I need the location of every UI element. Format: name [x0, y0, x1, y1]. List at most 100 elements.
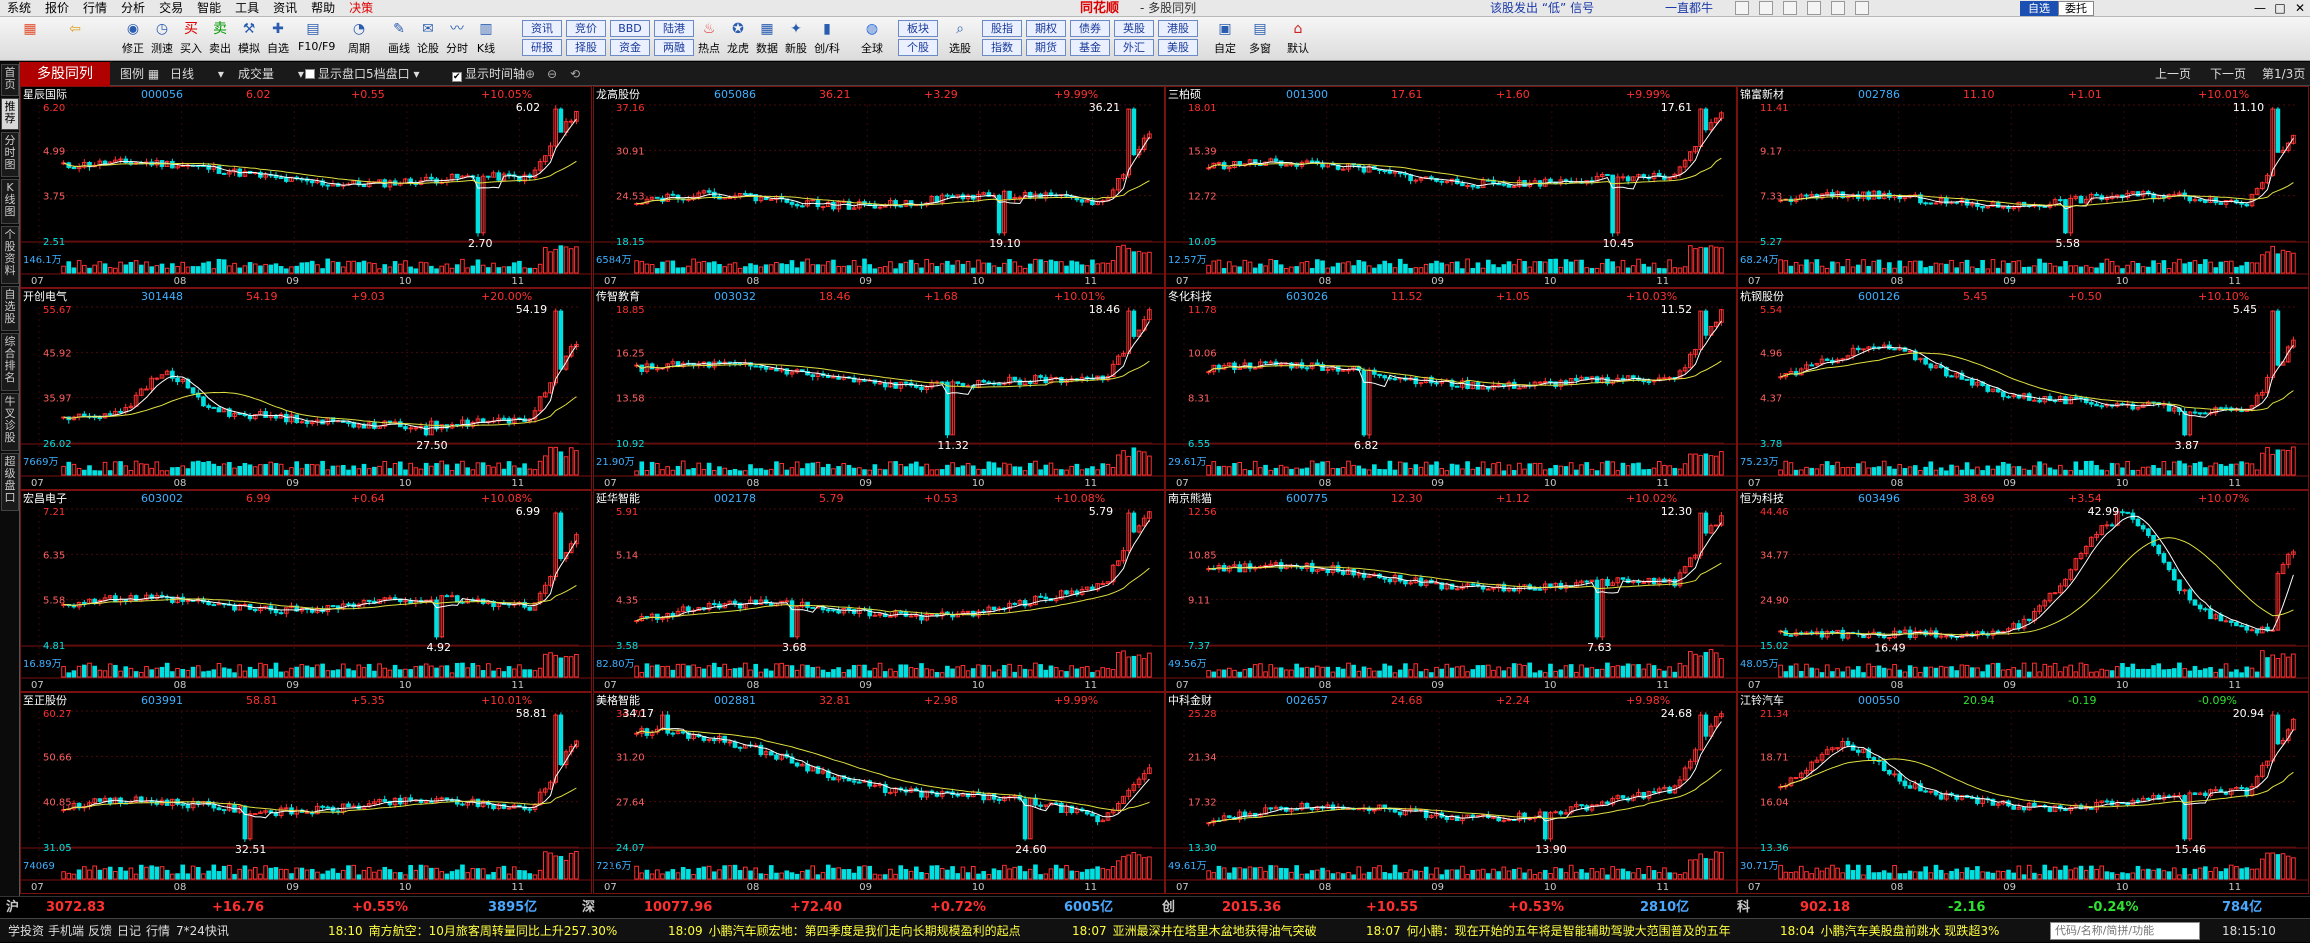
- menu-item[interactable]: 报价: [38, 0, 76, 17]
- prev-page-button[interactable]: 上一页: [2155, 65, 2191, 83]
- menu-item[interactable]: 帮助: [304, 0, 342, 17]
- toolbar-link-button[interactable]: 期货: [1026, 39, 1066, 56]
- refresh-icon[interactable]: ⟲: [570, 62, 580, 86]
- toolbar-button-home[interactable]: ⌂默认: [1283, 19, 1313, 59]
- side-tab[interactable]: 超级盘口: [1, 453, 19, 511]
- toolbar-button-fire[interactable]: ♨热点: [694, 19, 724, 59]
- toolbar-button-buy[interactable]: 买买入: [176, 19, 206, 59]
- layout-selector[interactable]: 图例 ▦: [120, 62, 159, 86]
- toolbar-link-button[interactable]: 指数: [982, 39, 1022, 56]
- skin-icon[interactable]: [1807, 1, 1821, 15]
- side-tab[interactable]: 首页: [1, 64, 19, 96]
- next-page-button[interactable]: 下一页: [2210, 65, 2246, 83]
- toolbar-button-globe[interactable]: ◍全球: [857, 19, 887, 59]
- side-tab[interactable]: K线图: [1, 179, 19, 224]
- toolbar-link-button[interactable]: 债券: [1070, 20, 1110, 37]
- stock-panel[interactable]: 南京熊猫60077512.30+1.12+10.02%12.5610.859.1…: [1165, 490, 1737, 692]
- theme-icon[interactable]: [1783, 1, 1797, 15]
- toolbar-link-button[interactable]: 资金: [610, 39, 650, 56]
- page-title[interactable]: 多股同列: [20, 62, 110, 86]
- toolbar-button-plus[interactable]: ✚自选: [263, 19, 293, 59]
- toolbar-button-bar[interactable]: ▮创/科: [812, 19, 842, 59]
- watchlist-button[interactable]: 自选: [2020, 1, 2058, 16]
- toolbar-button-sell[interactable]: 卖卖出: [205, 19, 235, 59]
- toolbar-button-kline[interactable]: ▥K线: [471, 19, 501, 59]
- toolbar-link-button[interactable]: 股指: [982, 20, 1022, 37]
- menu-item[interactable]: 分析: [114, 0, 152, 17]
- toolbar-button-tiger[interactable]: ✪龙虎: [723, 19, 753, 59]
- stock-panel[interactable]: 延华智能0021785.79+0.53+10.08%5.915.144.353.…: [593, 490, 1165, 692]
- side-tab[interactable]: 分时图: [1, 132, 19, 177]
- toolbar-link-button[interactable]: 择股: [566, 39, 606, 56]
- side-tab[interactable]: 个股资料: [1, 226, 19, 284]
- period-selector[interactable]: 日线 ▾: [170, 62, 224, 86]
- toolbar-button-clock[interactable]: ◷测速: [147, 19, 177, 59]
- stock-panel[interactable]: 美格智能00288132.81+2.98+9.99%34.7031.2027.6…: [593, 692, 1165, 894]
- toolbar-button-chat[interactable]: ✉论股: [413, 19, 443, 59]
- stock-panel[interactable]: 恒为科技60349638.69+3.54+10.07%44.4634.7724.…: [1737, 490, 2309, 692]
- stock-panel[interactable]: 至正股份60399158.81+5.35+10.01%60.2750.6640.…: [20, 692, 592, 894]
- toolbar-link-button[interactable]: 个股: [898, 39, 938, 56]
- menu-item[interactable]: 资讯: [266, 0, 304, 17]
- toolbar-button-search[interactable]: ⌕选股: [945, 19, 975, 59]
- stock-panel[interactable]: 锦富新材00278611.10+1.01+10.01%11.419.177.33…: [1737, 86, 2309, 288]
- menu-item[interactable]: 系统: [0, 0, 38, 17]
- toolbar-button-app-grid[interactable]: ▦: [15, 19, 45, 59]
- toolbar-link-button[interactable]: 基金: [1070, 39, 1110, 56]
- zoom-in-icon[interactable]: ⊕: [525, 62, 535, 86]
- settings-icon[interactable]: [1831, 1, 1845, 15]
- menu-item[interactable]: 工具: [228, 0, 266, 17]
- toolbar-link-button[interactable]: 板块: [898, 20, 938, 37]
- menu-item[interactable]: 行情: [76, 0, 114, 17]
- trade-button[interactable]: 委托: [2058, 1, 2094, 16]
- news-icon[interactable]: [1759, 1, 1773, 15]
- toolbar-link-button[interactable]: 竞价: [566, 20, 606, 37]
- depth-toggle[interactable]: 显示盘口5档盘口 ▾: [305, 62, 420, 86]
- toolbar-button-custom[interactable]: ▣自定: [1210, 19, 1240, 59]
- toolbar-button-circle[interactable]: ◉修正: [118, 19, 148, 59]
- stock-panel[interactable]: 冬化科技60302611.52+1.05+10.03%11.7810.068.3…: [1165, 288, 1737, 490]
- toolbar-link-button[interactable]: 美股: [1158, 39, 1198, 56]
- close-icon[interactable]: ✕: [2290, 0, 2310, 17]
- stock-panel[interactable]: 杭钢股份6001265.45+0.50+10.10%5.544.964.373.…: [1737, 288, 2309, 490]
- side-tab[interactable]: 综合排名: [1, 333, 19, 391]
- zoom-out-icon[interactable]: ⊖: [547, 62, 557, 86]
- toolbar-link-button[interactable]: 研报: [522, 39, 562, 56]
- stock-panel[interactable]: 开创电气30144854.19+9.03+20.00%55.6745.9235.…: [20, 288, 592, 490]
- toolbar-link-button[interactable]: 资讯: [522, 20, 562, 37]
- toolbar-link-button[interactable]: 陆港: [654, 20, 694, 37]
- toolbar-button-back-arrow[interactable]: ⇦: [60, 19, 90, 59]
- toolbar-button-data[interactable]: ▦数据: [752, 19, 782, 59]
- toolbar-link-button[interactable]: 港股: [1158, 20, 1198, 37]
- minimize-icon[interactable]: —: [2250, 0, 2270, 17]
- toolbar-button-window[interactable]: ▤多窗: [1245, 19, 1275, 59]
- toolbar-button-pen[interactable]: ✎画线: [384, 19, 414, 59]
- stock-panel[interactable]: 宏昌电子6030026.99+0.64+10.08%7.216.355.584.…: [20, 490, 592, 692]
- checkbox-checked-icon[interactable]: [452, 72, 462, 82]
- toolbar-button-line[interactable]: 〰分时: [442, 19, 472, 59]
- toolbar-button-cycle[interactable]: ◔周期: [344, 19, 374, 59]
- stock-panel[interactable]: 三柏硕00130017.61+1.60+9.99%18.0115.3912.72…: [1165, 86, 1737, 288]
- toolbar-button-doc[interactable]: ▤F10/F9: [298, 19, 328, 59]
- toolbar-link-button[interactable]: 两融: [654, 39, 694, 56]
- stock-panel[interactable]: 中科金财00265724.68+2.24+9.98%25.2821.3417.3…: [1165, 692, 1737, 894]
- indicator-selector[interactable]: 成交量 ▾: [238, 62, 304, 86]
- message-icon[interactable]: [1735, 1, 1749, 15]
- toolbar-button-hammer[interactable]: ⚒模拟: [234, 19, 264, 59]
- lock-icon[interactable]: [1855, 1, 1869, 15]
- stock-panel[interactable]: 龙高股份60508636.21+3.29+9.99%37.1630.9124.5…: [593, 86, 1165, 288]
- side-tab[interactable]: 自选股: [1, 286, 19, 331]
- signal-alert[interactable]: 该股发出 “低” 信号: [1490, 0, 1594, 17]
- toolbar-button-new[interactable]: ✦新股: [781, 19, 811, 59]
- signal-alert-stock[interactable]: 一直都牛: [1665, 0, 1713, 17]
- menu-item[interactable]: 决策: [342, 0, 380, 17]
- toolbar-link-button[interactable]: 英股: [1114, 20, 1154, 37]
- side-tab[interactable]: 牛叉诊股: [1, 393, 19, 451]
- menu-item[interactable]: 智能: [190, 0, 228, 17]
- side-tab[interactable]: 推荐: [1, 98, 19, 130]
- menu-item[interactable]: 交易: [152, 0, 190, 17]
- stock-panel[interactable]: 传智教育00303218.46+1.68+10.01%18.8516.2513.…: [593, 288, 1165, 490]
- maximize-icon[interactable]: □: [2270, 0, 2290, 17]
- toolbar-link-button[interactable]: 期权: [1026, 20, 1066, 37]
- realtime-toggle[interactable]: 显示时间轴: [452, 62, 525, 86]
